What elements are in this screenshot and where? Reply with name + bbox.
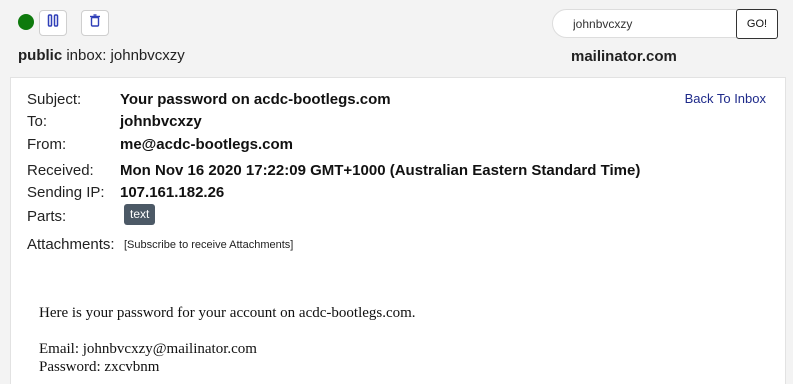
inbox-label-text: inbox: xyxy=(66,47,107,64)
body-line: Here is your password for your account o… xyxy=(39,305,416,321)
received-value: Mon Nov 16 2020 17:22:09 GMT+1000 (Austr… xyxy=(120,162,641,179)
pause-button[interactable] xyxy=(39,10,67,36)
attachments-note: [Subscribe to receive Attachments] xyxy=(124,239,294,251)
sending-ip-value: 107.161.182.26 xyxy=(120,184,225,201)
sending-ip-label: Sending IP: xyxy=(27,184,105,201)
inbox-name: johnbvcxzy xyxy=(110,47,185,64)
to-value: johnbvcxzy xyxy=(120,113,202,130)
subject-label: Subject: xyxy=(27,91,82,108)
inbox-visibility: public xyxy=(18,47,63,64)
parts-label: Parts: xyxy=(27,208,67,225)
delete-button[interactable] xyxy=(81,10,109,36)
part-badge-text[interactable]: text xyxy=(124,204,156,225)
from-label: From: xyxy=(27,136,67,153)
message-panel: Back To Inbox Subject: Your password on … xyxy=(10,77,786,384)
to-label: To: xyxy=(27,113,48,130)
from-value: me@acdc-bootlegs.com xyxy=(120,136,293,153)
back-to-inbox-link[interactable]: Back To Inbox xyxy=(685,91,766,106)
body-line: Password: zxcvbnm xyxy=(39,359,160,375)
search-input[interactable] xyxy=(552,9,738,38)
go-button[interactable]: GO! xyxy=(736,9,778,39)
body-line: Email: johnbvcxzy@mailinator.com xyxy=(39,341,257,357)
subject-value: Your password on acdc-bootlegs.com xyxy=(120,91,391,108)
inbox-label: public inbox: johnbvcxzy xyxy=(18,47,185,64)
trash-icon xyxy=(89,14,101,32)
pause-icon xyxy=(47,14,59,32)
status-indicator xyxy=(18,14,34,30)
received-label: Received: xyxy=(27,162,94,179)
site-name: mailinator.com xyxy=(571,48,677,65)
attachments-label: Attachments: xyxy=(27,236,115,253)
